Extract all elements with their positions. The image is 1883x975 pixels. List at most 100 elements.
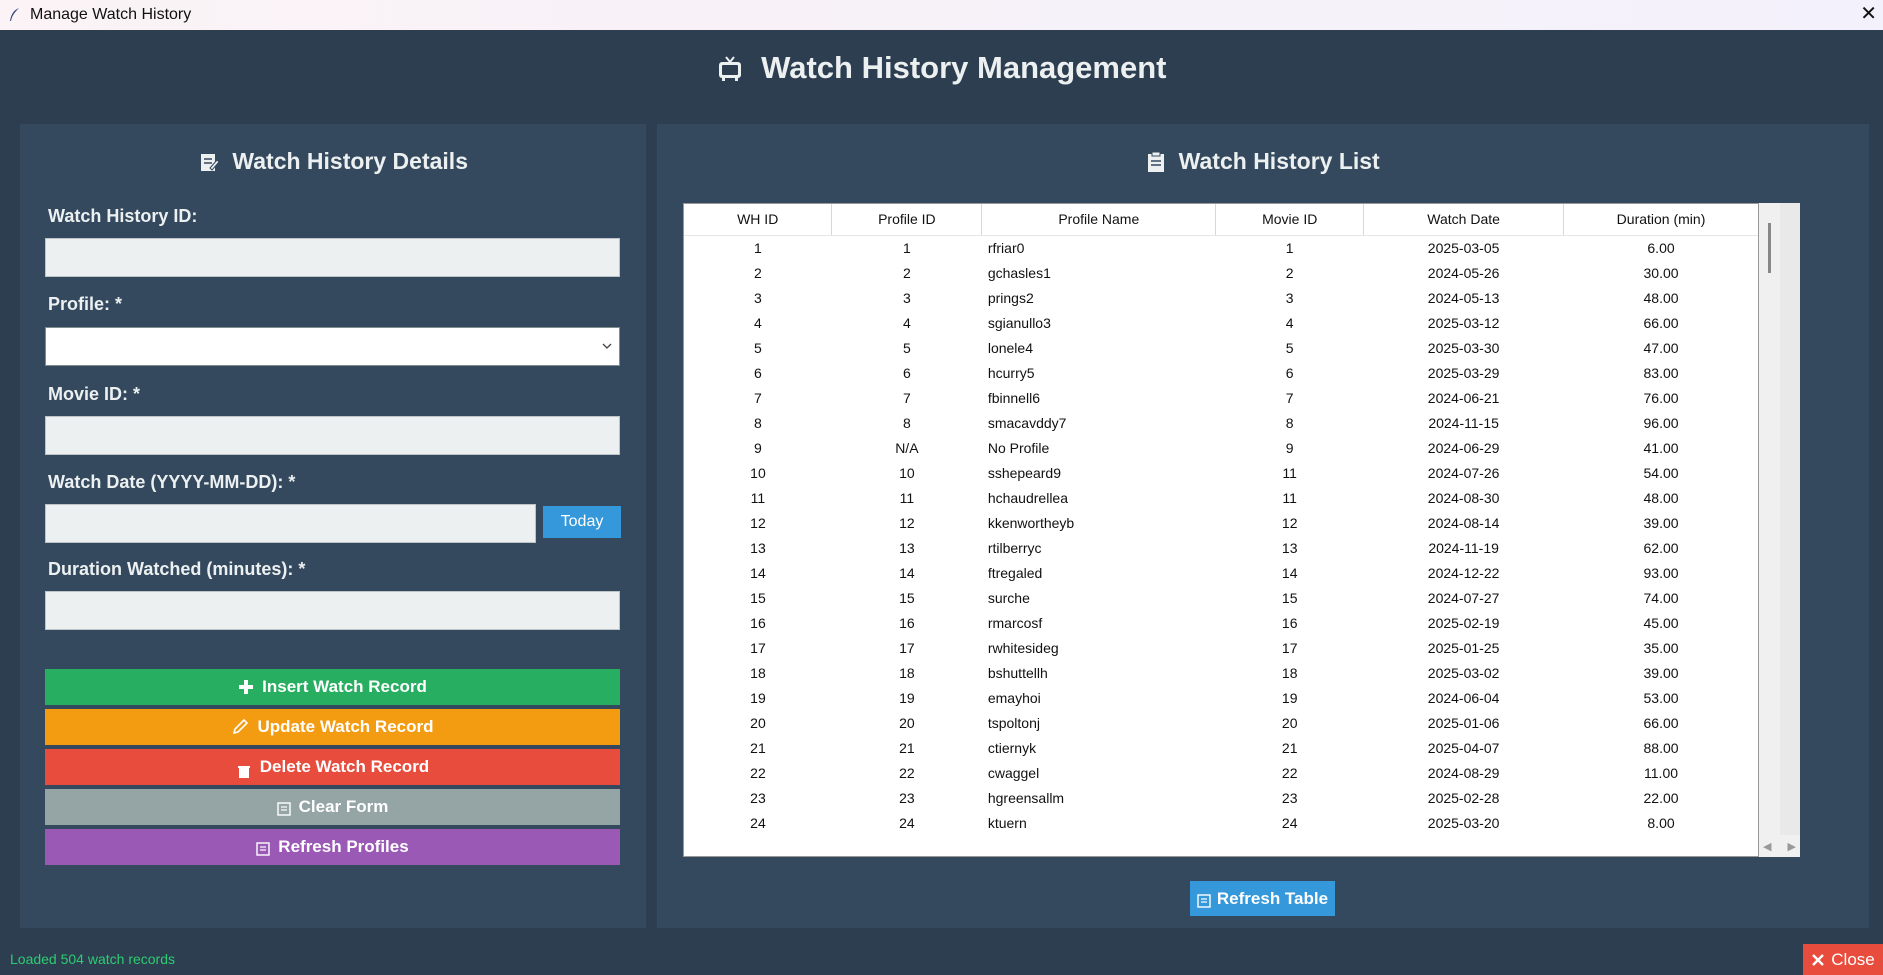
table-row[interactable]: 23 23 hgreensallm 23 2025-02-28 22.00 (684, 785, 1758, 810)
table-cell: 11 (1282, 464, 1297, 481)
table-cell: 2025-03-20 (1427, 814, 1500, 831)
vertical-scrollbar[interactable] (1759, 203, 1780, 857)
column-header-profile-id[interactable]: Profile ID (831, 204, 983, 236)
table-cell: 22 (750, 764, 766, 781)
table-cell: 2024-06-29 (1427, 439, 1500, 456)
duration-input[interactable] (45, 591, 620, 630)
table-row[interactable]: 12 12 kkenwortheyb 12 2024-08-14 39.00 (684, 510, 1758, 535)
table-cell: 17 (1281, 639, 1298, 656)
table-cell: 2024-08-30 (1427, 489, 1500, 506)
table-cell: 14 (899, 564, 915, 581)
wh-id-label: Watch History ID: (48, 206, 198, 226)
movie-id-input[interactable] (45, 416, 620, 455)
table-row[interactable]: 21 21 ctiernyk 21 2025-04-07 88.00 (684, 735, 1758, 760)
table-row[interactable]: 4 4 sgianullo3 4 2025-03-12 66.00 (684, 310, 1758, 335)
table-row[interactable]: 6 6 hcurry5 6 2025-03-29 83.00 (684, 360, 1758, 385)
table-cell: 22 (899, 764, 915, 781)
table-cell: 2025-04-07 (1427, 739, 1500, 756)
table-cell: 30.00 (1643, 264, 1679, 281)
table-cell: 7 (1285, 389, 1294, 406)
close-icon (1812, 953, 1825, 966)
scroll-left-icon[interactable]: ◀ (1763, 840, 1771, 853)
table-row[interactable]: 22 22 cwaggel 22 2024-08-29 11.00 (684, 760, 1758, 785)
insert-record-button[interactable]: Insert Watch Record (45, 669, 620, 705)
table-row[interactable]: 1 1 rfriar0 1 2025-03-05 6.00 (684, 235, 1758, 260)
today-button[interactable]: Today (543, 506, 621, 538)
table-cell: 10 (899, 464, 915, 481)
table-cell: 21 (899, 739, 915, 756)
list-title-text: Watch History List (1178, 148, 1380, 174)
table-cell: 4 (754, 314, 762, 331)
table-cell: 74.00 (1643, 589, 1679, 606)
table-cell: 15 (1281, 589, 1298, 606)
table-cell: 2024-06-21 (1427, 389, 1500, 406)
scroll-right-icon[interactable]: ▶ (1788, 840, 1796, 853)
table-row[interactable]: 3 3 prings2 3 2024-05-13 48.00 (684, 285, 1758, 310)
table-row[interactable]: 5 5 lonele4 5 2025-03-30 47.00 (684, 335, 1758, 360)
table-cell: 9 (1285, 439, 1294, 456)
scrollbar-thumb[interactable] (1768, 223, 1771, 273)
table-row[interactable]: 8 8 smacavddy7 8 2024-11-15 96.00 (684, 410, 1758, 435)
watch-history-table[interactable]: WH ID Profile ID Profile Name Movie ID W… (683, 203, 1759, 857)
table-cell: 14 (750, 564, 766, 581)
table-body: 1 1 rfriar0 1 2025-03-05 6.00 2 2 gchasles1 2 2024… (684, 235, 1758, 835)
clear-form-button[interactable]: Clear Form (45, 789, 620, 825)
trash-icon (237, 766, 250, 778)
table-cell: smacavddy7 (987, 414, 1067, 431)
table-cell: 15 (750, 589, 766, 606)
page-title-text: Watch History Management (761, 50, 1167, 85)
table-cell: emayhoi (987, 689, 1041, 706)
table-cell: 18 (899, 664, 915, 681)
table-row[interactable]: 18 18 bshuttellh 18 2025-03-02 39.00 (684, 660, 1758, 685)
table-cell: 2024-11-19 (1428, 539, 1499, 556)
watch-date-input[interactable] (45, 504, 536, 543)
status-bar: Loaded 504 watch records Close (0, 941, 1883, 975)
column-header-profile-name[interactable]: Profile Name (981, 204, 1217, 236)
wh-id-input[interactable] (45, 238, 620, 277)
column-header-watch-date[interactable]: Watch Date (1363, 204, 1565, 236)
table-row[interactable]: 15 15 surche 15 2024-07-27 74.00 (684, 585, 1758, 610)
table-cell: N/A (895, 439, 919, 456)
column-header-movie-id[interactable]: Movie ID (1215, 204, 1365, 236)
table-row[interactable]: 7 7 fbinnell6 7 2024-06-21 76.00 (684, 385, 1758, 410)
table-cell: 23 (1281, 789, 1298, 806)
table-row[interactable]: 9 N/A No Profile 9 2024-06-29 41.00 (684, 435, 1758, 460)
chevron-down-icon (602, 343, 612, 349)
table-cell: 93.00 (1643, 564, 1679, 581)
table-row[interactable]: 20 20 tspoltonj 20 2025-01-06 66.00 (684, 710, 1758, 735)
table-cell: 7 (902, 389, 911, 406)
table-cell: 8 (1285, 414, 1294, 431)
refresh-table-button[interactable]: Refresh Table (1190, 881, 1335, 916)
table-cell: 3 (754, 289, 762, 306)
movie-id-label: Movie ID: * (48, 384, 141, 404)
table-cell: 21 (750, 739, 766, 756)
delete-record-button[interactable]: Delete Watch Record (45, 749, 620, 785)
table-cell: 2024-11-15 (1428, 414, 1499, 431)
table-row[interactable]: 17 17 rwhitesideg 17 2025-01-25 35.00 (684, 635, 1758, 660)
close-button[interactable]: Close (1803, 944, 1883, 975)
horizontal-scrollbar[interactable]: ◀ ▶ (1759, 835, 1800, 857)
table-cell: 83.00 (1643, 364, 1679, 381)
table-row[interactable]: 14 14 ftregaled 14 2024-12-22 93.00 (684, 560, 1758, 585)
window-close-icon[interactable]: ✕ (1860, 2, 1877, 26)
table-cell: 35.00 (1643, 639, 1679, 656)
table-row[interactable]: 16 16 rmarcosf 16 2025-02-19 45.00 (684, 610, 1758, 635)
update-record-button[interactable]: Update Watch Record (45, 709, 620, 745)
table-cell: 20 (1281, 714, 1298, 731)
table-cell: 2025-03-12 (1427, 314, 1500, 331)
table-cell: 20 (750, 714, 766, 731)
table-cell: 13 (899, 539, 915, 556)
table-row[interactable]: 11 11 hchaudrellea 11 2024-08-30 48.00 (684, 485, 1758, 510)
table-cell: 1 (902, 239, 911, 256)
profile-select[interactable] (45, 327, 620, 366)
table-row[interactable]: 2 2 gchasles1 2 2024-05-26 30.00 (684, 260, 1758, 285)
column-header-wh-id[interactable]: WH ID (684, 204, 833, 236)
table-row[interactable]: 24 24 ktuern 24 2025-03-20 8.00 (684, 810, 1758, 835)
table-row[interactable]: 13 13 rtilberryc 13 2024-11-19 62.00 (684, 535, 1758, 560)
table-cell: 8 (902, 414, 911, 431)
refresh-profiles-button[interactable]: Refresh Profiles (45, 829, 620, 865)
table-cell: sgianullo3 (987, 314, 1051, 331)
column-header-duration[interactable]: Duration (min) (1563, 204, 1758, 236)
table-row[interactable]: 19 19 emayhoi 19 2024-06-04 53.00 (684, 685, 1758, 710)
table-row[interactable]: 10 10 sshepeard9 11 2024-07-26 54.00 (684, 460, 1758, 485)
